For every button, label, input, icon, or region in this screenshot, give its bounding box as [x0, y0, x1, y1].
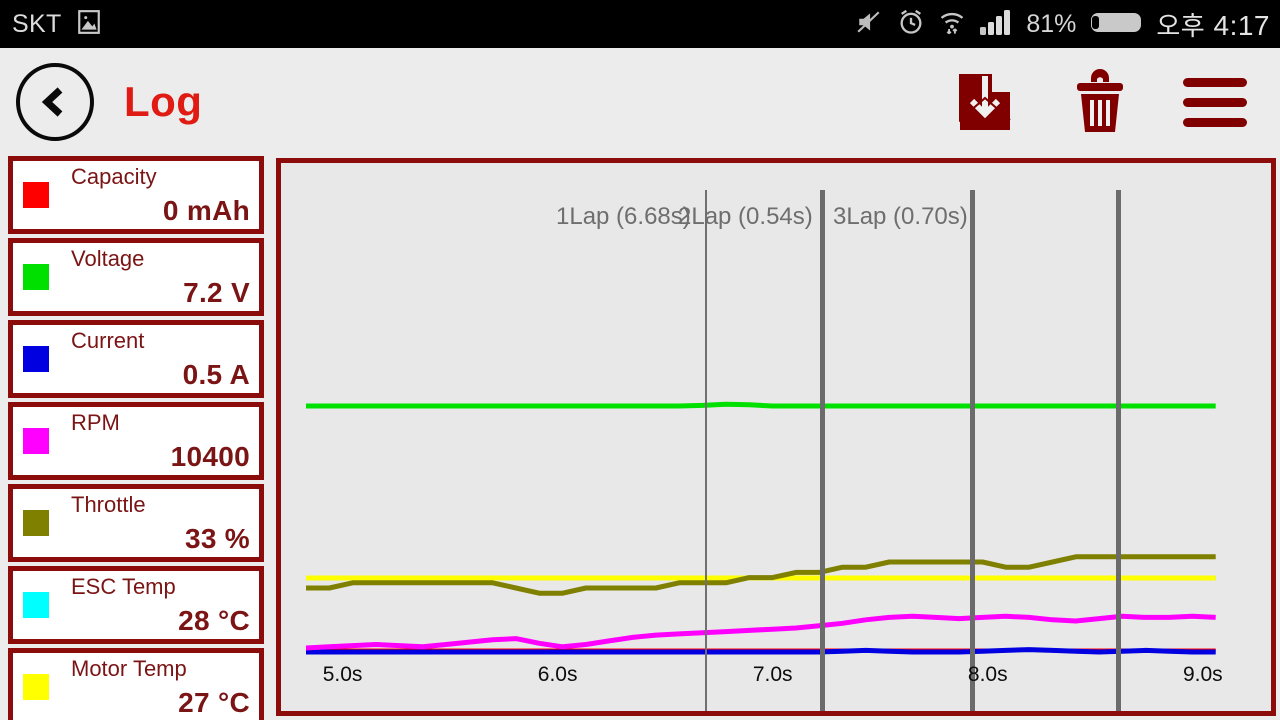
card-value: 0.5 A: [182, 359, 250, 390]
ampm-label: 오후: [1156, 10, 1206, 41]
series-color-swatch: [23, 674, 49, 700]
x-tick-label: 5.0s: [322, 663, 363, 686]
status-bar-left: SKT: [0, 9, 102, 40]
card-label: Voltage: [71, 246, 145, 271]
series-color-swatch: [23, 264, 49, 290]
telemetry-card-capacity[interactable]: Capacity 0 mAh: [8, 156, 264, 234]
card-label: RPM: [71, 410, 120, 435]
card-label: Capacity: [71, 164, 157, 189]
series-color-swatch: [23, 428, 49, 454]
save-download-icon[interactable]: [950, 65, 1020, 139]
chart-plot-area: 1Lap (6.68s) 2Lap (0.54s) 3Lap (0.70s) 5.0…: [281, 163, 1271, 711]
x-tick-label: 8.0s: [967, 663, 1008, 686]
series-line-voltage: [306, 401, 1216, 409]
lap-label: 1Lap (6.68s): [556, 203, 691, 230]
clock-label: 4:17: [1213, 9, 1270, 41]
card-label: ESC Temp: [71, 574, 176, 599]
series-line-throttle: [306, 554, 1216, 596]
card-value: 28 °C: [178, 605, 250, 636]
log-chart-panel[interactable]: 1Lap (6.68s) 2Lap (0.54s) 3Lap (0.70s) 5.0…: [276, 158, 1276, 716]
image-icon: [76, 9, 102, 40]
action-bar-icons: [950, 65, 1280, 139]
page-title: Log: [124, 78, 203, 125]
card-value: 0 mAh: [162, 195, 250, 226]
lap-marker-line: [705, 190, 708, 711]
telemetry-sidebar: Capacity 0 mAh Voltage 7.2 V Current 0.5…: [0, 156, 272, 720]
telemetry-card-current[interactable]: Current 0.5 A: [8, 320, 264, 398]
series-line-current: [306, 647, 1216, 655]
lap-marker-line: [970, 190, 976, 711]
telemetry-card-motor-temp[interactable]: Motor Temp 27 °C: [8, 648, 264, 720]
battery-percent-label: 81%: [1026, 9, 1077, 38]
series-color-swatch: [23, 510, 49, 536]
card-label: Current: [71, 328, 145, 353]
lap-marker-line: [1116, 190, 1122, 711]
card-value: 27 °C: [178, 687, 250, 718]
telemetry-card-throttle[interactable]: Throttle 33 %: [8, 484, 264, 562]
battery-icon: [1089, 8, 1143, 41]
x-tick-label: 7.0s: [752, 663, 793, 686]
trash-icon[interactable]: [1065, 65, 1135, 139]
signal-bars-icon: [979, 8, 1013, 41]
x-tick-label: 6.0s: [537, 663, 578, 686]
telemetry-card-voltage[interactable]: Voltage 7.2 V: [8, 238, 264, 316]
lap-marker-line: [819, 190, 825, 711]
lap-label: 2Lap (0.54s): [678, 203, 813, 230]
telemetry-card-rpm[interactable]: RPM 10400: [8, 402, 264, 480]
lap-label: 3Lap (0.70s): [833, 203, 968, 230]
card-value: 7.2 V: [183, 277, 250, 308]
series-color-swatch: [23, 346, 49, 372]
card-value: 10400: [170, 441, 250, 472]
x-tick-label: 9.0s: [1182, 663, 1223, 686]
hamburger-menu-icon[interactable]: [1180, 65, 1250, 139]
back-button[interactable]: [16, 63, 94, 141]
series-color-swatch: [23, 592, 49, 618]
series-color-swatch: [23, 182, 49, 208]
wifi-icon: [938, 8, 966, 41]
card-label: Throttle: [71, 492, 146, 517]
chart-traces: [305, 401, 1216, 655]
alarm-clock-icon: [897, 8, 925, 41]
carrier-label: SKT: [12, 9, 62, 38]
mute-icon: [854, 9, 884, 40]
action-bar: Log: [0, 48, 1280, 156]
status-bar-right: 81% 오후 4:17: [854, 6, 1280, 43]
series-line-rpm: [305, 613, 1216, 651]
card-value: 33 %: [184, 523, 250, 554]
telemetry-card-esc-temp[interactable]: ESC Temp 28 °C: [8, 566, 264, 644]
status-bar: SKT 81% 오후 4:17: [0, 0, 1280, 48]
chevron-left-icon: [41, 87, 63, 117]
card-label: Motor Temp: [71, 656, 187, 681]
